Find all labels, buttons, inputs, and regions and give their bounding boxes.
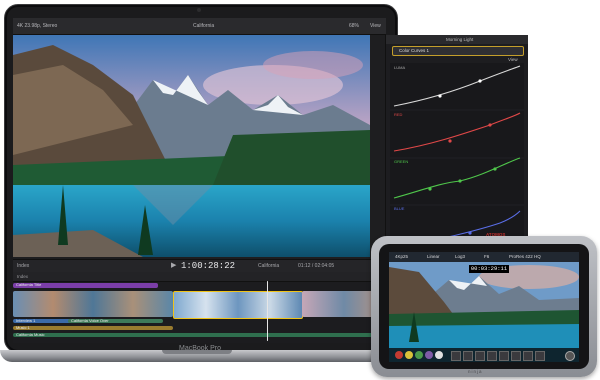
library-label[interactable]: 4K 23.98p, Stereo [17,18,57,34]
music-clip-1[interactable]: Music 1 [13,325,173,330]
fcp-screen: 4K 23.98p, Stereo California 68% View In… [13,18,386,343]
zebra-dot-icon[interactable] [415,351,423,359]
video-clip[interactable] [13,291,173,317]
macbook-label: MacBook Pro [178,345,222,352]
playhead[interactable] [267,281,268,341]
voiceover-clip-label: California Voice Over [71,318,109,323]
power-icon[interactable] [565,351,575,361]
music-clip-2[interactable]: California Music [13,332,386,337]
inspector-title: Morning Light [446,37,474,42]
timeline-index[interactable]: Index [17,272,28,281]
monitor-log[interactable]: Log3 [455,252,465,262]
music-clip-2-label: California Music [16,332,45,337]
interview-clip-label: Interview 1 [16,318,36,323]
effect-selector[interactable]: Color Curves 1 [392,46,524,56]
viewer-bar: Index ▶ 1:00:28:22 California 01:12 / 02… [13,259,386,273]
focus-dot-icon[interactable] [405,351,413,359]
view-menu[interactable]: View [370,18,381,34]
play-icon[interactable]: ▶ [171,260,176,272]
camera [197,8,201,12]
viewer-timecode: 1:00:28:22 [181,261,236,271]
monitor-top-bar: 4Kp25 Linear Log3 F6 ProRes 422 HQ [389,252,579,262]
curve-label-red: RED [394,112,403,117]
lut-dot-icon[interactable] [425,351,433,359]
color-inspector: Morning Light Color Curves 1 View LUMA R… [385,35,528,255]
timeline-name[interactable]: California [258,260,279,272]
monitor-brand: ATOMOS [486,232,506,237]
voiceover-clip[interactable]: California Voice Over [68,318,163,323]
effect-name: Color Curves 1 [399,48,430,53]
tool-button-6[interactable] [511,351,521,361]
record-dot-icon[interactable] [395,351,403,359]
title-clip[interactable]: California Title [13,282,158,288]
clip-title: California [193,23,215,29]
viewer-image [13,35,370,257]
tool-button-4[interactable] [487,351,497,361]
index-label[interactable]: Index [17,260,29,272]
monitor-codec[interactable]: ProRes 422 HQ [509,252,541,262]
inspector-view[interactable]: View [508,57,518,62]
timeline-duration: 01:12 / 02:04:05 [298,263,335,269]
fcp-toolbar: 4K 23.98p, Stereo California 68% View [13,18,386,35]
monitor-toolbar [389,348,579,362]
monitor-screen: 4Kp25 Linear Log3 F6 ProRes 422 HQ 00:03… [389,252,579,362]
curve-label-blue: BLUE [394,206,405,211]
title-clip-label: California Title [16,282,42,287]
zoom-select[interactable]: 68% [349,18,359,34]
tool-button-3[interactable] [475,351,485,361]
tool-button-5[interactable] [499,351,509,361]
curve-label-luma: LUMA [394,65,406,70]
music-clip-1-label: Music 1 [16,325,30,330]
monitor-logo: ninja [468,369,483,374]
tool-button-1[interactable] [451,351,461,361]
monitor-fstop[interactable]: F6 [484,252,489,262]
selected-clip[interactable] [173,291,303,319]
monitor-format[interactable]: 4Kp25 [395,252,408,262]
menu-dot-icon[interactable] [435,351,443,359]
monitor-gamma[interactable]: Linear [427,252,440,262]
timeline-header: Index [13,272,386,282]
inspector-header: Morning Light [386,35,528,44]
tool-button-7[interactable] [523,351,533,361]
timeline: Index California Title Interview 1 Calif… [13,272,386,343]
curve-label-green: GREEN [394,159,409,164]
monitor-timecode: 00:03:29:11 [469,265,509,273]
interview-clip[interactable]: Interview 1 [13,318,73,323]
tool-button-8[interactable] [535,351,545,361]
curves-graph[interactable] [390,63,524,253]
tool-button-2[interactable] [463,351,473,361]
